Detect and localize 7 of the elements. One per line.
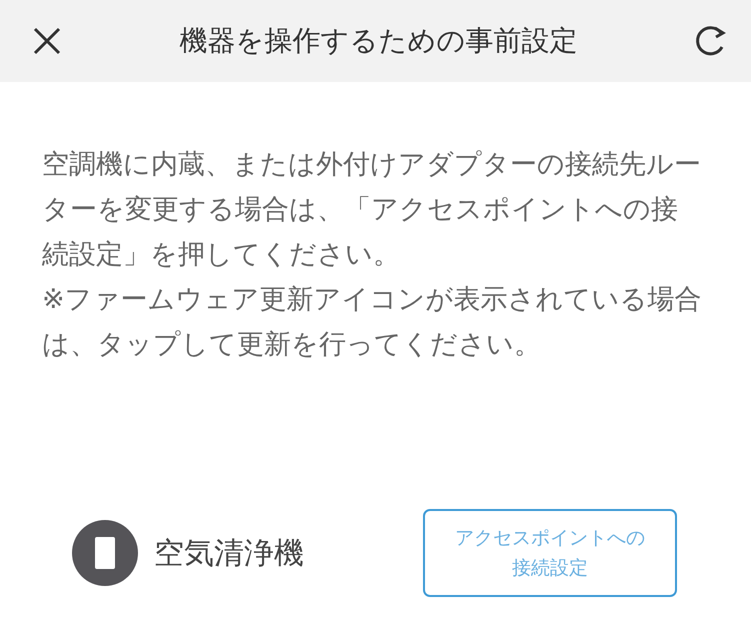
instruction-text: ※ファームウェア更新アイコンが表示されている場合は、タップして更新を行ってください。 bbox=[42, 283, 702, 362]
refresh-icon[interactable] bbox=[693, 24, 727, 58]
access-point-settings-button[interactable]: アクセスポイントへの 接続設定 bbox=[423, 509, 677, 597]
page-title: 機器を操作するための事前設定 bbox=[180, 23, 578, 59]
air-purifier-icon bbox=[72, 520, 138, 586]
device-name: 空気清浄機 bbox=[154, 534, 305, 572]
instruction-text: 空調機に内蔵、または外付けアダプターの接続先ルーターを変更する場合は、「アクセスポイントへの接続設定」を押してください。 bbox=[42, 148, 702, 272]
